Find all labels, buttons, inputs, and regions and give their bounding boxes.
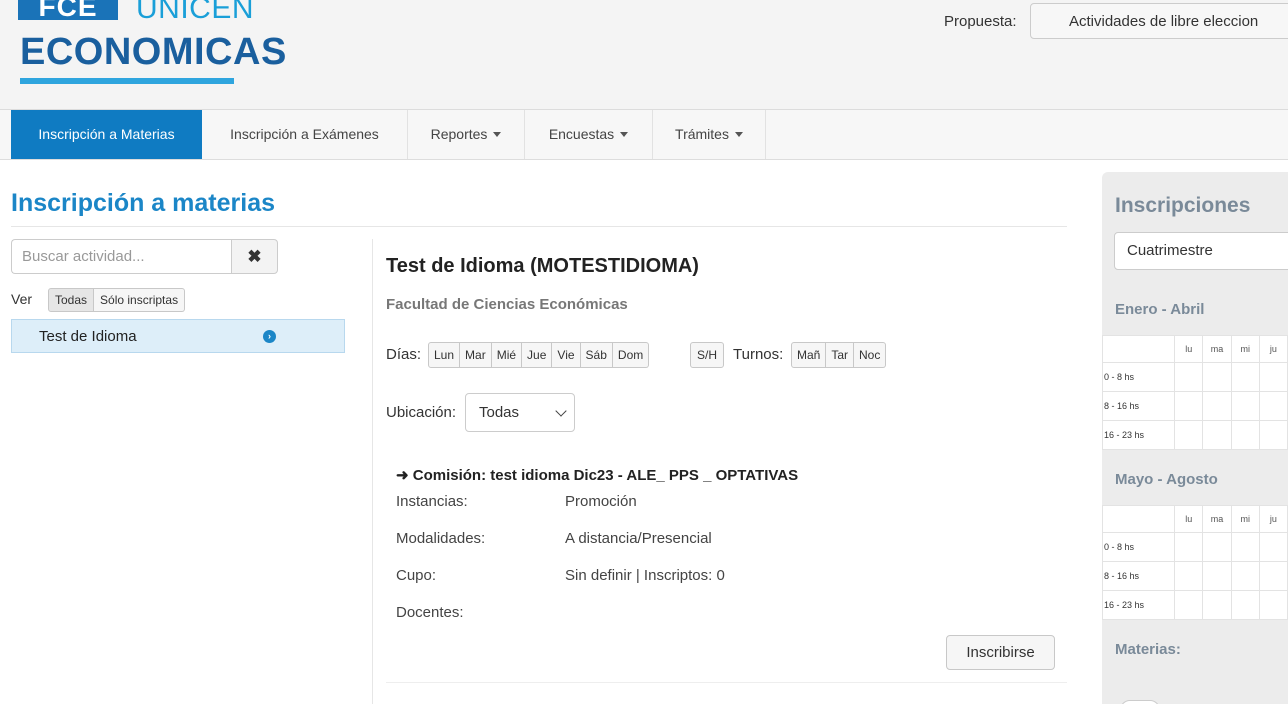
turno-manana-button[interactable]: Mañ xyxy=(791,342,827,368)
nav-encuestas[interactable]: Encuestas xyxy=(525,110,653,159)
comision-divider xyxy=(386,682,1067,683)
time-row-label: 16 - 23 hs xyxy=(1102,420,1176,450)
logo-underline xyxy=(20,78,234,84)
filter-todas-button[interactable]: Todas xyxy=(48,288,95,312)
day-header: ju xyxy=(1258,505,1288,533)
modalidades-value: A distancia/Presencial xyxy=(565,530,712,547)
day-dom-button[interactable]: Dom xyxy=(612,342,650,368)
schedule-grid: lu ma mi ju 0 - 8 hs 8 - 16 hs 16 - 23 h… xyxy=(1102,335,1288,450)
nav-inscripcion-examenes[interactable]: Inscripción a Exámenes xyxy=(202,110,408,159)
day-header: ju xyxy=(1258,335,1288,363)
search-input[interactable] xyxy=(11,239,232,274)
inscribirse-button[interactable]: Inscribirse xyxy=(946,635,1055,670)
filter-label: Ver xyxy=(11,291,33,307)
column-divider xyxy=(372,239,373,704)
day-header: lu xyxy=(1174,505,1204,533)
ubicacion-selected-value: Todas xyxy=(479,404,520,421)
dias-button-group: Lun Mar Mié Jue Vie Sáb Dom xyxy=(428,342,650,368)
inscripciones-panel: Inscripciones Cuatrimestre Enero - Abril… xyxy=(1102,172,1288,704)
ubicacion-select[interactable]: Todas xyxy=(465,393,575,432)
period-title: Enero - Abril xyxy=(1115,301,1205,318)
ubicacion-label: Ubicación: xyxy=(386,404,457,421)
turnos-button-group: Mañ Tar Noc xyxy=(791,342,887,368)
filter-button-group: Todas Sólo inscriptas xyxy=(48,288,186,312)
materias-badge xyxy=(1120,700,1160,704)
nav-reportes[interactable]: Reportes xyxy=(408,110,525,159)
periodo-select[interactable]: Cuatrimestre xyxy=(1114,232,1288,270)
time-row-label: 16 - 23 hs xyxy=(1102,590,1176,620)
nav-label: Inscripción a Materias xyxy=(38,126,175,142)
caret-down-icon xyxy=(620,131,629,137)
time-row-label: 8 - 16 hs xyxy=(1102,561,1176,591)
schedule-grid: lu ma mi ju 0 - 8 hs 8 - 16 hs 16 - 23 h… xyxy=(1102,505,1288,620)
comision-title: ➜ Comisión: test idioma Dic23 - ALE_ PPS… xyxy=(396,467,799,484)
day-lun-button[interactable]: Lun xyxy=(428,342,461,368)
day-header: mi xyxy=(1230,335,1260,363)
day-mie-button[interactable]: Mié xyxy=(491,342,523,368)
instancias-label: Instancias: xyxy=(396,493,468,510)
nav-label: Trámites xyxy=(675,126,729,142)
instancias-value: Promoción xyxy=(565,493,637,510)
nav-tramites[interactable]: Trámites xyxy=(653,110,766,159)
propuesta-dropdown[interactable]: Actividades de libre eleccion xyxy=(1030,3,1288,39)
logo-fce-box: FCE xyxy=(18,0,118,22)
day-header: lu xyxy=(1174,335,1204,363)
sin-horario-button[interactable]: S/H xyxy=(690,342,725,368)
day-header: mi xyxy=(1230,505,1260,533)
activity-list-item[interactable]: Test de Idioma › xyxy=(11,319,345,353)
logo-unicen-text: UNICEN xyxy=(136,0,255,25)
time-row-label: 8 - 16 hs xyxy=(1102,391,1176,421)
time-row-label: 0 - 8 hs xyxy=(1102,362,1176,392)
main-navbar: Inscripción a Materias Inscripción a Exá… xyxy=(0,110,1288,160)
period-title: Mayo - Agosto xyxy=(1115,471,1218,488)
dias-label: Días: xyxy=(386,346,422,363)
nav-inscripcion-materias[interactable]: Inscripción a Materias xyxy=(11,110,202,159)
filter-solo-inscriptas-button[interactable]: Sólo inscriptas xyxy=(94,288,186,312)
turnos-label: Turnos: xyxy=(733,346,784,363)
day-vie-button[interactable]: Vie xyxy=(552,342,581,368)
materias-label: Materias: xyxy=(1115,641,1181,658)
logo-economicas-text: ECONOMICAS xyxy=(20,31,287,73)
propuesta-label: Propuesta: xyxy=(944,13,1017,30)
day-jue-button[interactable]: Jue xyxy=(522,342,553,368)
course-faculty: Facultad de Ciencias Económicas xyxy=(386,296,628,313)
time-row-label: 0 - 8 hs xyxy=(1102,532,1176,562)
turno-tarde-button[interactable]: Tar xyxy=(826,342,855,368)
caret-down-icon xyxy=(493,131,502,137)
caret-down-icon xyxy=(734,131,743,137)
nav-label: Reportes xyxy=(430,126,488,142)
nav-label: Encuestas xyxy=(548,126,615,142)
docentes-label: Docentes: xyxy=(396,604,464,621)
chevron-right-circle-icon: › xyxy=(263,330,276,343)
modalidades-label: Modalidades: xyxy=(396,530,486,547)
logo[interactable]: FCE UNICEN ECONOMICAS xyxy=(18,0,286,90)
cupo-value: Sin definir | Inscriptos: 0 xyxy=(565,567,725,584)
day-header: ma xyxy=(1202,505,1232,533)
nav-label: Inscripción a Exámenes xyxy=(230,126,379,142)
day-mar-button[interactable]: Mar xyxy=(460,342,492,368)
day-header: ma xyxy=(1202,335,1232,363)
inscripciones-title: Inscripciones xyxy=(1115,194,1251,217)
course-title: Test de Idioma (MOTESTIDIOMA) xyxy=(386,255,699,277)
title-divider xyxy=(11,226,1067,227)
cupo-label: Cupo: xyxy=(396,567,437,584)
page-title: Inscripción a materias xyxy=(11,189,276,217)
chevron-down-icon xyxy=(555,405,567,417)
turno-noche-button[interactable]: Noc xyxy=(854,342,887,368)
activity-label: Test de Idioma xyxy=(39,328,137,345)
clear-search-icon[interactable]: ✖ xyxy=(231,239,278,274)
day-sab-button[interactable]: Sáb xyxy=(580,342,613,368)
header: FCE UNICEN ECONOMICAS Propuesta: Activid… xyxy=(0,0,1288,110)
